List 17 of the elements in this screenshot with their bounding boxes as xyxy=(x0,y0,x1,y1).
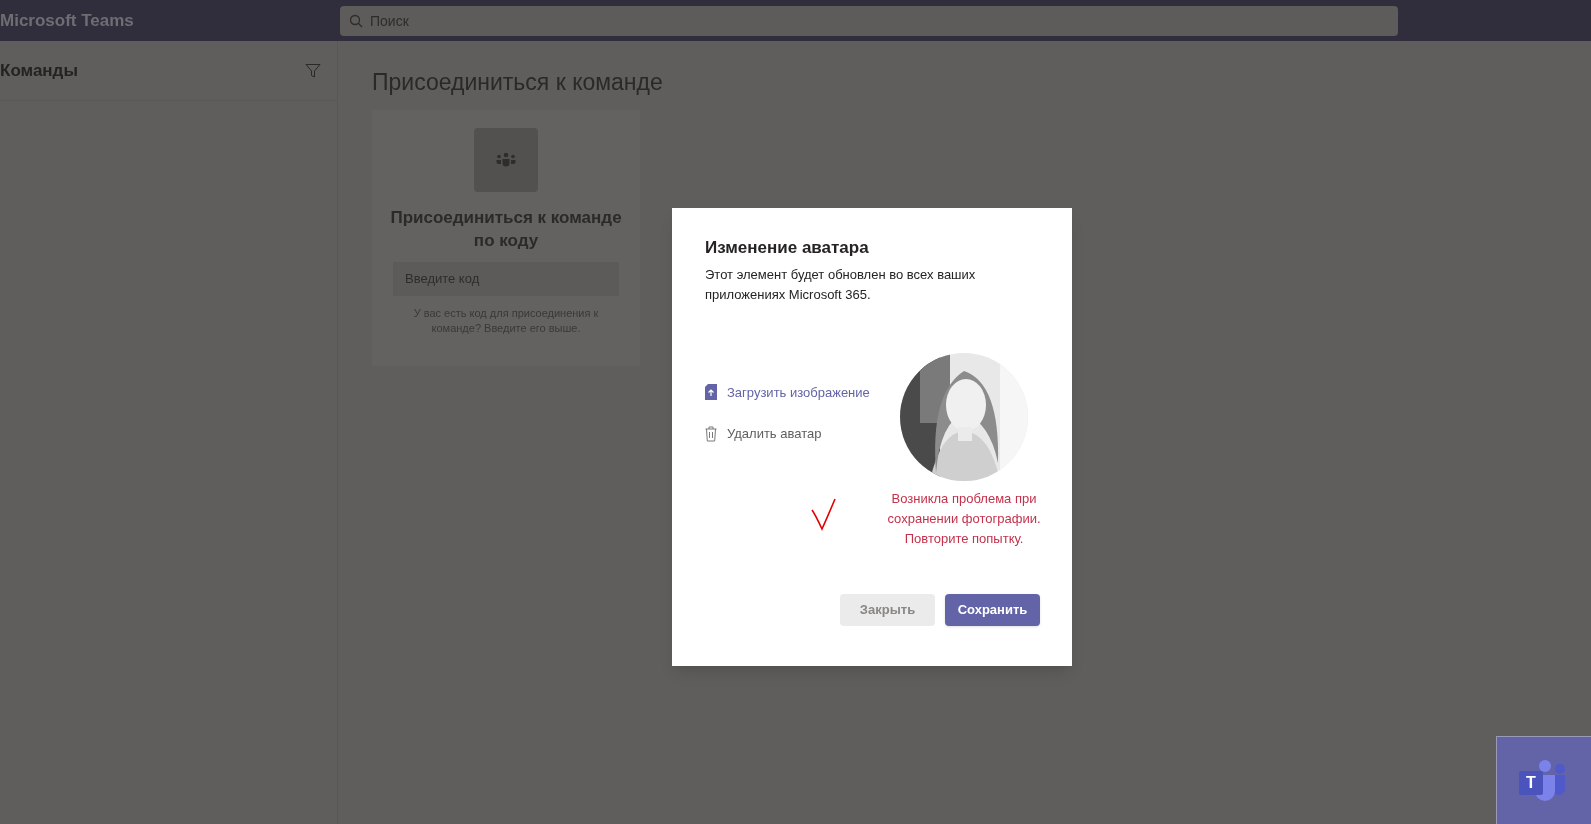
dialog-description: Этот элемент будет обновлен во всех ваших приложениях Microsoft 365. xyxy=(705,265,977,304)
teams-logo: T xyxy=(1519,758,1569,803)
trash-icon xyxy=(705,425,717,442)
upload-file-icon xyxy=(705,384,717,401)
filter-icon[interactable] xyxy=(305,62,321,79)
check-mark-drawing xyxy=(809,498,839,532)
card-title: Присоединиться к команде по коду xyxy=(389,206,623,252)
sidebar-title: Команды xyxy=(0,59,78,82)
remove-avatar-link[interactable]: Удалить аватар xyxy=(705,424,879,444)
search-icon xyxy=(349,13,363,28)
error-message: Возникла проблема при сохранении фотографии. Повторите попытку. xyxy=(886,489,1042,548)
teams-badge[interactable]: T xyxy=(1496,736,1591,824)
people-icon xyxy=(495,151,517,168)
app-title: Microsoft Teams xyxy=(0,9,135,32)
save-button[interactable]: Сохранить xyxy=(945,594,1040,626)
upload-image-link[interactable]: Загрузить изображение xyxy=(705,382,879,402)
dialog-title: Изменение аватара xyxy=(705,237,870,259)
